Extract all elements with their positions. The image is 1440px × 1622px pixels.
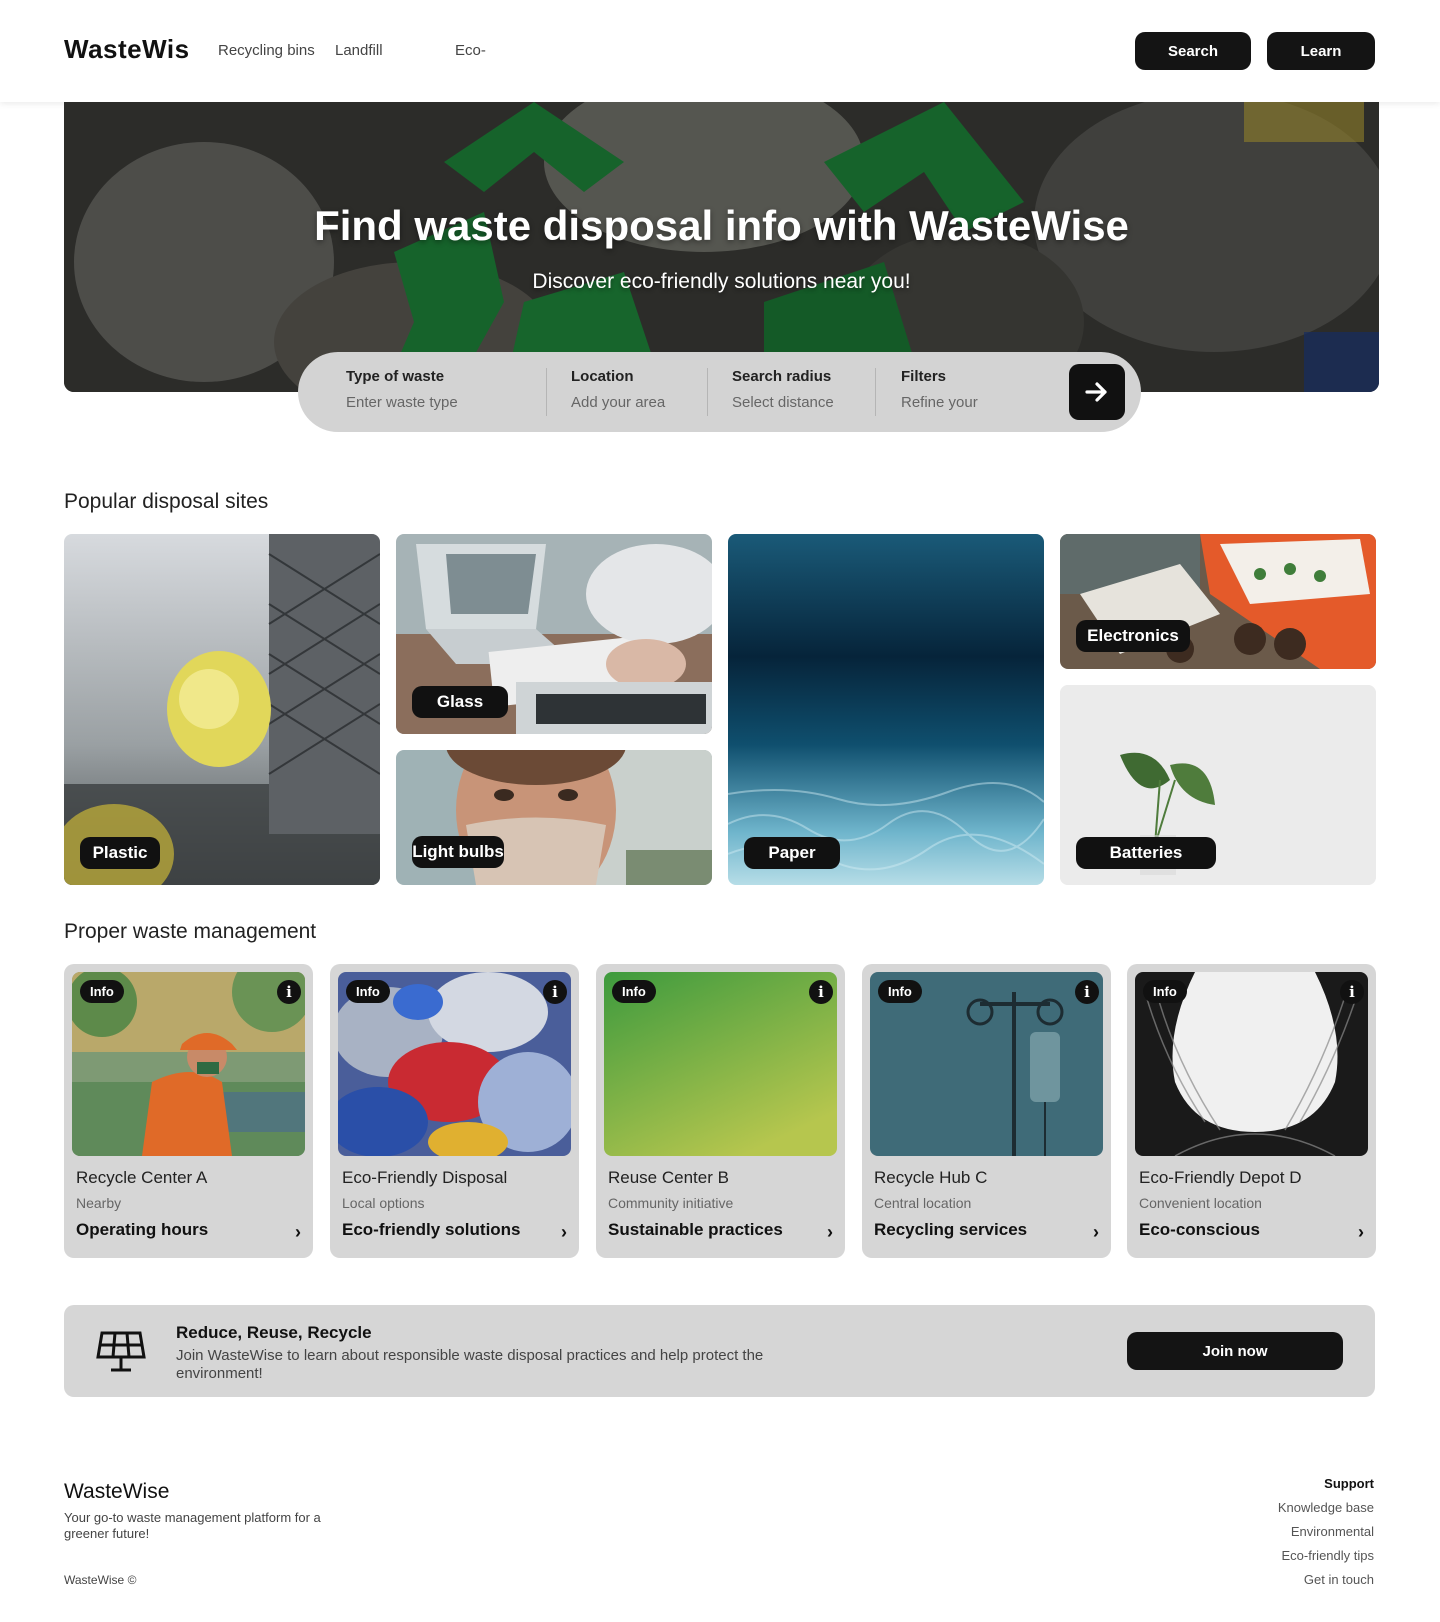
hero-subtitle: Discover eco-friendly solutions near you… xyxy=(532,270,911,293)
search-button[interactable]: Search xyxy=(1135,32,1251,70)
card-link[interactable]: Sustainable practices xyxy=(608,1220,783,1240)
chevron-right-icon[interactable]: › xyxy=(827,1222,833,1243)
footer-copyright: WasteWise © xyxy=(64,1573,137,1587)
tile-light-bulbs[interactable]: Light bulbs xyxy=(396,750,712,885)
plastic-image xyxy=(64,534,380,885)
hero-title: Find waste disposal info with WasteWise xyxy=(314,202,1129,249)
cta-banner: Reduce, Reuse, Recycle Join WasteWise to… xyxy=(64,1305,1375,1397)
footer-heading-support: Support xyxy=(1324,1476,1374,1491)
tile-label: Light bulbs xyxy=(412,836,504,868)
location-field[interactable]: Location Add your area xyxy=(571,368,665,416)
divider xyxy=(707,368,708,416)
site-card[interactable]: Info i Recycle Hub C Central location Re… xyxy=(862,964,1111,1258)
nav-link-landfill[interactable]: Landfill xyxy=(335,42,383,59)
info-icon[interactable]: i xyxy=(277,980,301,1004)
hero-banner: Find waste disposal info with WasteWise … xyxy=(64,102,1379,392)
waste-management-title: Proper waste management xyxy=(64,920,317,943)
tile-label: Plastic xyxy=(80,837,160,869)
cta-description: Join WasteWise to learn about responsibl… xyxy=(176,1347,764,1382)
site-header: WasteWis Recycling bins Landfill Eco- Se… xyxy=(0,0,1440,102)
info-badge: Info xyxy=(80,980,124,1003)
card-subtitle: Central location xyxy=(874,1195,972,1211)
chevron-right-icon[interactable]: › xyxy=(1093,1222,1099,1243)
filters-field[interactable]: Filters Refine your xyxy=(901,368,978,416)
search-radius-field[interactable]: Search radius Select distance xyxy=(732,368,834,416)
tile-electronics[interactable]: Electronics xyxy=(1060,534,1376,669)
location-input[interactable]: Add your area xyxy=(571,394,665,411)
info-badge: Info xyxy=(346,980,390,1003)
logo[interactable]: WasteWis xyxy=(64,34,190,65)
info-badge: Info xyxy=(612,980,656,1003)
info-icon[interactable]: i xyxy=(1340,980,1364,1004)
tile-label: Paper xyxy=(744,837,840,869)
nav-link-recycling-bins[interactable]: Recycling bins xyxy=(218,42,315,59)
info-icon[interactable]: i xyxy=(1075,980,1099,1004)
tile-label: Glass xyxy=(412,686,508,718)
footer-tagline: Your go-to waste management platform for… xyxy=(64,1510,321,1541)
card-title: Reuse Center B xyxy=(608,1168,729,1187)
tile-batteries[interactable]: Batteries xyxy=(1060,685,1376,885)
card-subtitle: Convenient location xyxy=(1139,1195,1262,1211)
site-card[interactable]: Info i Reuse Center B Community initiati… xyxy=(596,964,845,1258)
solar-panel-icon xyxy=(96,1331,146,1372)
info-badge: Info xyxy=(878,980,922,1003)
tile-label: Electronics xyxy=(1076,620,1190,652)
card-title: Eco-Friendly Disposal xyxy=(342,1168,508,1187)
join-now-button[interactable]: Join now xyxy=(1127,1332,1343,1370)
card-title: Eco-Friendly Depot D xyxy=(1139,1168,1302,1187)
footer-logo[interactable]: WasteWise xyxy=(64,1480,169,1504)
card-title: Recycle Center A xyxy=(76,1168,208,1187)
nav-link-eco[interactable]: Eco- xyxy=(455,42,486,59)
tile-glass[interactable]: Glass xyxy=(396,534,712,734)
search-radius-input[interactable]: Select distance xyxy=(732,394,834,411)
chevron-right-icon[interactable]: › xyxy=(295,1222,301,1243)
divider xyxy=(875,368,876,416)
info-icon[interactable]: i xyxy=(543,980,567,1004)
divider xyxy=(546,368,547,416)
cta-title: Reduce, Reuse, Recycle xyxy=(176,1323,372,1342)
popular-sites-title: Popular disposal sites xyxy=(64,490,269,513)
card-link[interactable]: Operating hours xyxy=(76,1220,208,1240)
info-badge: Info xyxy=(1143,980,1187,1003)
card-subtitle: Local options xyxy=(342,1195,425,1211)
waste-type-field[interactable]: Type of waste Enter waste type xyxy=(346,368,458,416)
arrow-right-icon xyxy=(1085,382,1107,402)
waste-type-input[interactable]: Enter waste type xyxy=(346,394,458,411)
filters-input[interactable]: Refine your xyxy=(901,394,978,411)
tile-label: Batteries xyxy=(1076,837,1216,869)
search-submit-button[interactable] xyxy=(1069,364,1125,420)
search-bar: Type of waste Enter waste type Location … xyxy=(298,352,1141,432)
paper-image xyxy=(728,534,1044,885)
card-link[interactable]: Eco-conscious xyxy=(1139,1220,1260,1240)
card-link[interactable]: Recycling services xyxy=(874,1220,1027,1240)
card-title: Recycle Hub C xyxy=(874,1168,988,1187)
chevron-right-icon[interactable]: › xyxy=(1358,1222,1364,1243)
footer-link-knowledge-base[interactable]: Knowledge base xyxy=(1278,1500,1374,1515)
learn-button[interactable]: Learn xyxy=(1267,32,1375,70)
tile-plastic[interactable]: Plastic xyxy=(64,534,380,885)
site-card[interactable]: Info i Eco-Friendly Disposal Local optio… xyxy=(330,964,579,1258)
footer-link-eco-friendly-tips[interactable]: Eco-friendly tips xyxy=(1282,1548,1374,1563)
card-link[interactable]: Eco-friendly solutions xyxy=(342,1220,521,1240)
card-subtitle: Nearby xyxy=(76,1195,122,1211)
card-subtitle: Community initiative xyxy=(608,1195,734,1211)
footer-link-environmental[interactable]: Environmental xyxy=(1291,1524,1374,1539)
chevron-right-icon[interactable]: › xyxy=(561,1222,567,1243)
tile-paper[interactable]: Paper xyxy=(728,534,1044,885)
footer-link-get-in-touch[interactable]: Get in touch xyxy=(1304,1572,1374,1587)
site-card[interactable]: Info i Eco-Friendly Depot D Convenient l… xyxy=(1127,964,1376,1258)
info-icon[interactable]: i xyxy=(809,980,833,1004)
site-card[interactable]: Info i Recycle Center A Nearby Operating… xyxy=(64,964,313,1258)
